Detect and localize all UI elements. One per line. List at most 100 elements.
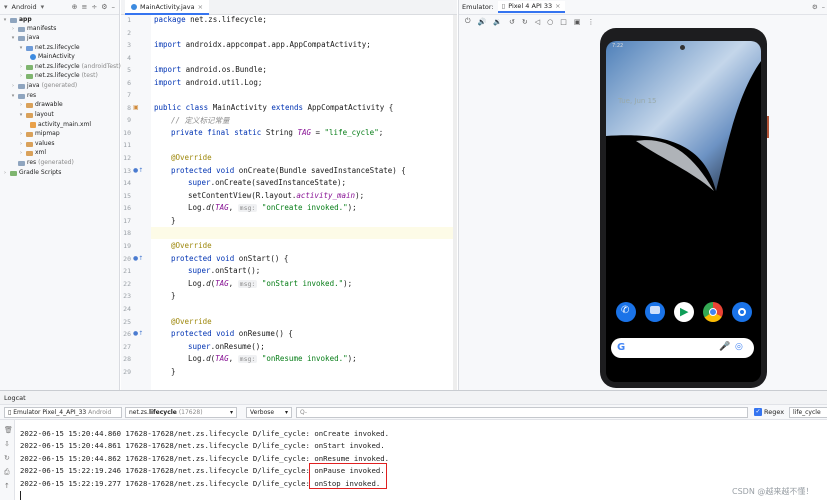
close-icon[interactable]: ×: [555, 2, 560, 10]
minimize-icon[interactable]: –: [822, 3, 825, 11]
chevron-right-icon[interactable]: ›: [10, 81, 16, 91]
gear-icon[interactable]: ⚙: [812, 3, 818, 11]
chevron-right-icon[interactable]: ›: [18, 148, 24, 158]
override-icon[interactable]: ●↑: [133, 330, 143, 337]
chevron-down-icon[interactable]: ▾: [18, 110, 24, 120]
code-line[interactable]: }: [171, 291, 176, 300]
collapse-icon[interactable]: ≡: [81, 3, 87, 11]
code-line[interactable]: protected void onResume() {: [171, 329, 293, 338]
more-icon[interactable]: ⋮: [587, 18, 594, 26]
lens-icon[interactable]: ◎: [735, 342, 743, 352]
log-level-select[interactable]: Verbose ▾: [246, 407, 292, 418]
code-line[interactable]: }: [171, 216, 176, 225]
code-line[interactable]: Log.d(TAG, msg: "onCreate invoked.");: [188, 203, 357, 212]
back-icon[interactable]: ◁: [535, 18, 540, 26]
chevron-right-icon[interactable]: ›: [18, 100, 24, 110]
chevron-right-icon[interactable]: ›: [18, 129, 24, 139]
tree-item-layout[interactable]: ▾ layout: [18, 110, 54, 120]
line-number: 11: [123, 141, 131, 149]
locate-icon[interactable]: ⊕: [72, 3, 78, 11]
rotate-left-icon[interactable]: ↺: [509, 18, 515, 26]
code-line[interactable]: package net.zs.lifecycle;: [154, 15, 267, 24]
tree-item-mipmap[interactable]: › mipmap: [18, 129, 60, 139]
chevron-down-icon[interactable]: ▾: [41, 3, 45, 11]
overview-icon[interactable]: □: [560, 18, 567, 26]
code-line[interactable]: super.onResume();: [188, 342, 265, 351]
close-icon[interactable]: ×: [198, 3, 203, 11]
power-icon[interactable]: ⏻: [465, 17, 471, 26]
code-line[interactable]: super.onStart();: [188, 266, 260, 275]
expand-icon[interactable]: ÷: [91, 3, 97, 11]
class-run-icon[interactable]: ▣: [133, 104, 139, 111]
code-line[interactable]: import androidx.appcompat.app.AppCompatA…: [154, 40, 371, 49]
gear-icon[interactable]: ⚙: [101, 3, 107, 11]
chevron-right-icon[interactable]: ›: [2, 168, 8, 178]
search-input[interactable]: Q-: [296, 407, 748, 418]
code-line[interactable]: setContentView(R.layout.activity_main);: [188, 191, 364, 200]
chevron-down-icon[interactable]: ▾: [2, 15, 8, 25]
chevron-down-icon[interactable]: ▾: [10, 33, 16, 43]
camera-cutout: [680, 45, 685, 50]
code-line[interactable]: @Override: [171, 317, 212, 326]
device-screen[interactable]: 7:22 Tue, Jun 15 ✆ ▶ G 🎤 ◎: [606, 41, 761, 382]
chevron-right-icon[interactable]: ›: [18, 71, 24, 81]
messages-app-icon[interactable]: [645, 302, 665, 322]
code-line[interactable]: // 定义标记常量: [171, 115, 230, 126]
print-icon[interactable]: ⎙: [4, 468, 10, 477]
chrome-icon[interactable]: [703, 302, 723, 322]
code-line[interactable]: @Override: [171, 241, 212, 250]
project-view-selector[interactable]: Android: [12, 3, 37, 11]
power-key[interactable]: [767, 116, 769, 138]
tree-item-package-test[interactable]: › net.zs.lifecycle (test): [18, 71, 98, 81]
code-line[interactable]: protected void onCreate(Bundle savedInst…: [171, 166, 406, 175]
tree-item-gradle-scripts[interactable]: › Gradle Scripts: [2, 168, 61, 178]
mic-icon[interactable]: 🎤: [719, 342, 730, 352]
tree-item-res-generated[interactable]: res (generated): [18, 158, 74, 168]
home-icon[interactable]: ○: [547, 18, 553, 26]
tree-item-drawable[interactable]: › drawable: [18, 100, 63, 110]
restart-icon[interactable]: ↻: [4, 454, 10, 462]
folder-icon: [26, 141, 33, 147]
regex-checkbox[interactable]: ✓ Regex: [754, 408, 784, 416]
tree-item-mainactivity[interactable]: MainActivity: [30, 52, 75, 62]
tree-item-xml[interactable]: › xml: [18, 148, 46, 158]
code-line[interactable]: protected void onStart() {: [171, 254, 288, 263]
camera-app-icon[interactable]: [732, 302, 752, 322]
override-icon[interactable]: ●↑: [133, 255, 143, 262]
device-select[interactable]: ▯ Emulator Pixel_4_API_33 Android: [4, 407, 122, 418]
google-search-bar[interactable]: G 🎤 ◎: [611, 338, 754, 358]
code-line[interactable]: public class MainActivity extends AppCom…: [154, 103, 393, 112]
folder-icon: [18, 83, 25, 89]
trash-icon[interactable]: 🗑: [4, 426, 13, 434]
chevron-down-icon[interactable]: ▾: [10, 91, 16, 101]
volume-up-icon[interactable]: 🔊: [478, 18, 487, 26]
play-store-icon[interactable]: ▶: [674, 302, 694, 322]
code-line[interactable]: private final static String TAG = "life_…: [171, 128, 383, 137]
snapshot-icon[interactable]: ▣: [574, 18, 581, 26]
chevron-down-icon[interactable]: ▾: [18, 43, 24, 53]
editor-scrollbar[interactable]: [453, 15, 457, 390]
folder-icon: [18, 93, 25, 99]
code-line[interactable]: }: [171, 367, 176, 376]
override-icon[interactable]: ●↑: [133, 167, 143, 174]
scroll-end-icon[interactable]: ⇩: [4, 440, 10, 448]
code-line[interactable]: super.onCreate(savedInstanceState);: [188, 178, 346, 187]
code-line[interactable]: Log.d(TAG, msg: "onResume invoked.");: [188, 354, 357, 363]
minimize-icon[interactable]: –: [112, 3, 116, 11]
code-line[interactable]: @Override: [171, 153, 212, 162]
process-select[interactable]: net.zs.lifecycle (17628) ▾: [125, 407, 237, 418]
checkbox-checked-icon[interactable]: ✓: [754, 408, 762, 416]
tab-device[interactable]: ▯ Pixel 4 API 33 ×: [497, 1, 565, 13]
volume-down-icon[interactable]: 🔉: [493, 18, 502, 26]
code-line[interactable]: Log.d(TAG, msg: "onStart invoked.");: [188, 279, 352, 288]
date-widget[interactable]: Tue, Jun 15: [618, 97, 656, 105]
tab-mainactivity[interactable]: MainActivity.java ×: [125, 0, 210, 15]
phone-app-icon[interactable]: ✆: [616, 302, 636, 322]
tree-item-java-generated[interactable]: › java (generated): [10, 81, 77, 91]
code-line[interactable]: import android.os.Bundle;: [154, 65, 267, 74]
tree-item-java[interactable]: ▾ java: [10, 33, 40, 43]
rotate-right-icon[interactable]: ↻: [522, 18, 528, 26]
code-line[interactable]: import android.util.Log;: [154, 78, 262, 87]
filter-input[interactable]: life_cycle: [789, 407, 827, 418]
up-icon[interactable]: ↑: [4, 482, 10, 490]
